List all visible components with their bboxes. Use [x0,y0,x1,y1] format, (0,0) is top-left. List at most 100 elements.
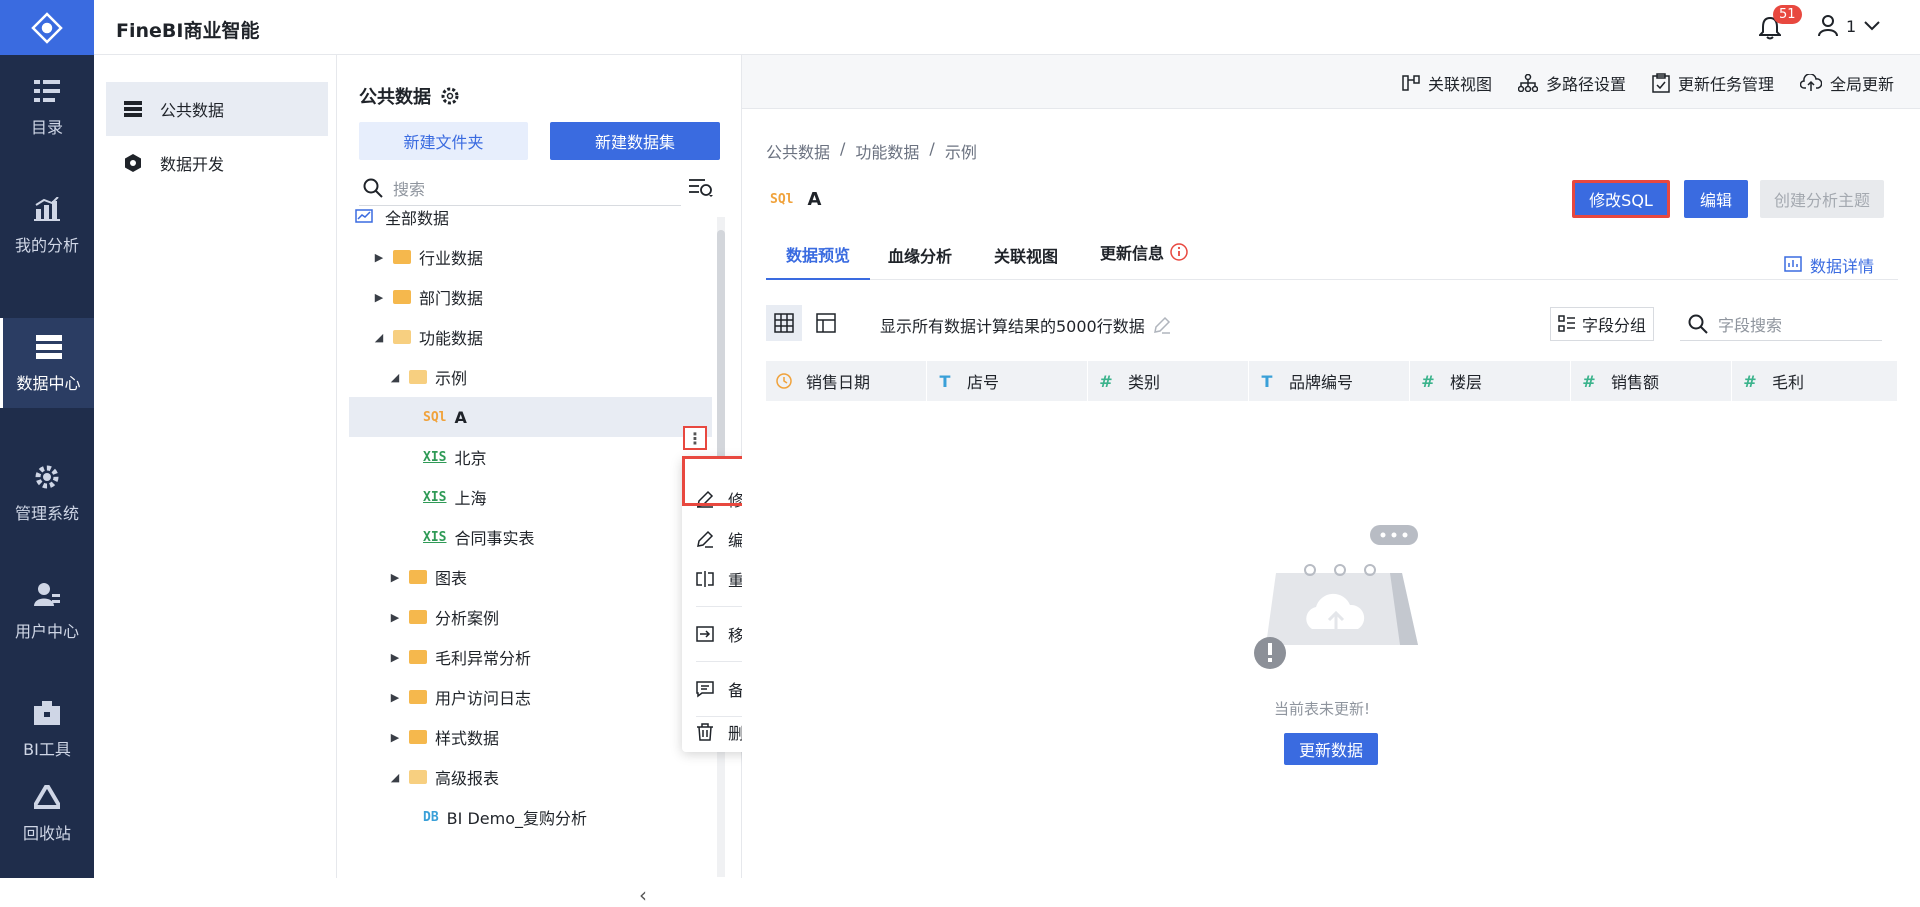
tab-relation-view[interactable]: 关联视图 [994,230,1058,280]
column-header[interactable]: # 楼层 [1410,361,1571,401]
tree-row-folder[interactable]: ▶ 样式数据 [349,717,712,757]
caret-right-icon[interactable]: ▶ [387,571,403,584]
column-header[interactable]: T 品牌编号 [1249,361,1410,401]
dataset-title: SQl A [770,189,821,210]
tree-row-dataset-selected[interactable]: SQl A [349,397,712,437]
new-folder-button[interactable]: 新建文件夹 [359,122,528,160]
data-detail-icon [1784,256,1802,272]
breadcrumb-item[interactable]: 公共数据 [766,139,830,163]
toolbar-label: 更新任务管理 [1678,75,1775,94]
column-header[interactable]: # 类别 [1088,361,1249,401]
column-header[interactable]: # 毛利 [1732,361,1898,401]
data-detail-link[interactable]: 数据详情 [1784,253,1874,277]
tree-row-dataset[interactable]: DB BI Demo_复购分析 [349,797,712,837]
tree-row-folder[interactable]: ▶ 用户访问日志 [349,677,712,717]
nav-item-my-analysis[interactable]: 我的分析 [0,180,94,270]
nav-item-recycle-bin[interactable]: 回收站 [0,768,94,858]
create-analysis-topic-button[interactable]: 创建分析主题 [1760,180,1884,218]
user-name: 1 [1846,16,1857,36]
submenu-item-data-dev[interactable]: 数据开发 [106,136,328,190]
grid-icon [774,313,794,333]
caret-right-icon[interactable]: ▶ [387,611,403,624]
tree-scrollbar-thumb[interactable] [717,230,725,460]
edit-button[interactable]: 编辑 [1684,180,1748,218]
tab-lineage[interactable]: 血缘分析 [888,230,952,280]
nav-label: 数据中心 [16,374,81,393]
caret-right-icon[interactable]: ▶ [371,251,387,264]
folder-open-icon [393,330,411,344]
collapse-panel-icon[interactable]: ‹ [639,883,647,907]
data-detail-label: 数据详情 [1810,257,1875,276]
tree-row-folder[interactable]: ◢ 示例 [349,357,712,397]
tree-row-folder[interactable]: ▶ 行业数据 [349,237,712,277]
caret-down-icon[interactable]: ◢ [387,771,403,784]
tree-row-folder[interactable]: ◢ 高级报表 [349,757,712,797]
tree-row-label: 行业数据 [419,249,484,268]
excel-dataset-icon: XIS [423,529,447,545]
nav-item-data-center[interactable]: 数据中心 [0,318,94,408]
tree-row-dataset[interactable]: XIS 上海 [349,477,712,517]
tree-row-folder[interactable]: ▶ 图表 [349,557,712,597]
pencil-icon[interactable] [1153,316,1171,334]
tree-row-label: 毛利异常分析 [435,649,532,668]
field-search-placeholder: 字段搜索 [1718,315,1783,335]
tree-row-folder[interactable]: ▶ 毛利异常分析 [349,637,712,677]
tab-update-info[interactable]: 更新信息 [1100,227,1188,277]
number-field-icon: # [1582,371,1596,391]
tree-row-all-data[interactable]: 全部数据 [349,197,712,237]
settings-icon[interactable] [441,87,459,105]
submenu-item-public-data[interactable]: 公共数据 [106,82,328,136]
tree-row-folder[interactable]: ▶ 分析案例 [349,597,712,637]
column-header[interactable]: T 店号 [927,361,1088,401]
tree-row-label: 示例 [435,369,468,388]
tree-row-folder[interactable]: ▶ 部门数据 [349,277,712,317]
caret-right-icon[interactable]: ▶ [387,731,403,744]
field-search-input[interactable]: 字段搜索 [1680,307,1882,341]
layout-icon [816,313,836,333]
tree-row-dataset[interactable]: XIS 合同事实表 [349,517,712,557]
date-field-icon [776,373,792,389]
caret-right-icon[interactable]: ▶ [387,691,403,704]
new-dataset-button[interactable]: 新建数据集 [550,122,720,160]
toolbar-global-update[interactable]: 全局更新 [1800,71,1894,95]
breadcrumb-item[interactable]: 示例 [945,139,977,163]
toolbar-multipath[interactable]: 多路径设置 [1518,71,1626,95]
caret-right-icon[interactable]: ▶ [371,291,387,304]
field-group-button[interactable]: 字段分组 [1550,307,1654,341]
tab-data-preview[interactable]: 数据预览 [766,230,871,280]
nav-item-catalog[interactable]: 目录 [0,62,94,152]
update-data-button[interactable]: 更新数据 [1284,733,1378,765]
column-header[interactable]: # 销售额 [1571,361,1732,401]
number-field-icon: # [1421,371,1435,391]
toolbar-relation-view[interactable]: 关联视图 [1402,71,1492,95]
nav-label: 管理系统 [14,504,79,523]
nav-label: 我的分析 [14,236,79,255]
nav-label: 回收站 [22,824,71,843]
search-icon [363,178,383,198]
column-header[interactable]: 销售日期 [766,361,927,401]
breadcrumb-item[interactable]: 功能数据 [855,139,919,163]
grid-view-toggle[interactable] [766,305,802,341]
toolbar-task-management[interactable]: 更新任务管理 [1652,71,1774,95]
folder-open-icon [409,370,427,384]
modify-sql-button[interactable]: 修改SQL [1572,180,1670,218]
user-menu[interactable]: 1 [1818,15,1880,37]
nav-item-user-center[interactable]: 用户中心 [0,566,94,656]
tree-row-dataset[interactable]: XIS 北京 [349,437,712,477]
caret-down-icon[interactable]: ◢ [371,331,387,344]
notification-badge: 51 [1773,5,1802,24]
tree-row-folder[interactable]: ◢ 功能数据 [349,317,712,357]
layout-view-toggle[interactable] [808,305,844,341]
submenu-label: 数据开发 [160,155,225,174]
user-icon [1818,15,1838,37]
caret-down-icon[interactable]: ◢ [387,371,403,384]
logo[interactable] [0,0,94,55]
caret-right-icon[interactable]: ▶ [387,651,403,664]
nav-item-bi-tools[interactable]: BI工具 [0,684,94,774]
all-data-icon [355,209,373,223]
row-count-text: 显示所有数据计算结果的5000行数据 [880,317,1145,336]
nav-item-management[interactable]: 管理系统 [0,448,94,538]
tree-row-label: 图表 [435,569,468,588]
toolbar-label: 全局更新 [1830,75,1895,94]
more-options-button[interactable]: ⋮ [683,426,707,450]
